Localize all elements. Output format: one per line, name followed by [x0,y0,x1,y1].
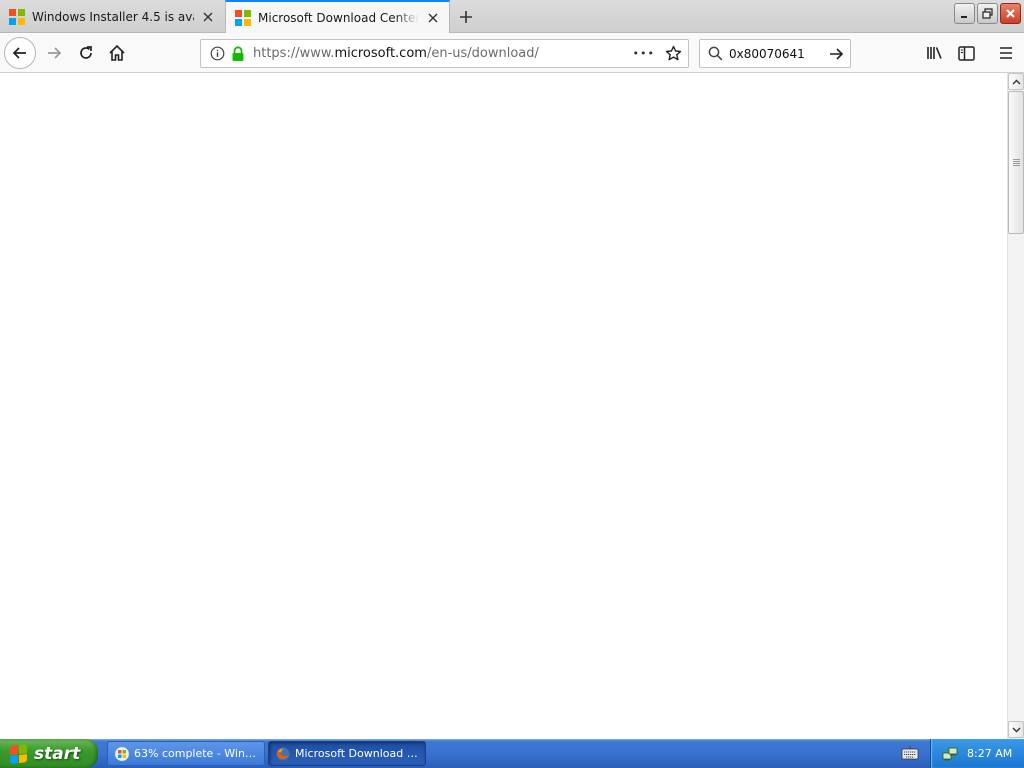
keyboard-language-icon[interactable] [900,745,920,761]
reload-icon [80,46,92,59]
windows-update-icon [114,746,130,762]
taskbar-item-microsoft-download-center[interactable]: Microsoft Download Center [268,741,426,766]
forward-button[interactable] [40,39,68,67]
new-tab-button[interactable] [455,6,477,28]
tab-strip: Windows Installer 4.5 is available Micro… [0,0,1024,34]
scroll-down-button[interactable] [1008,721,1024,738]
minimize-button[interactable] [954,3,975,24]
sidebar-toggle-button[interactable] [952,39,980,67]
task-label: Microsoft Download Center [295,747,419,760]
page-content [0,73,1007,739]
home-icon [109,44,125,61]
search-bar[interactable] [699,39,851,68]
taskbar: start 63% complete - Windows Update Micr… [0,739,1024,768]
hamburger-menu-icon [1000,47,1012,59]
scroll-up-arrow-icon [1012,79,1020,84]
page-actions-button[interactable]: ••• [633,47,655,60]
network-tray-icon[interactable] [941,745,959,763]
minimize-icon [960,15,967,18]
clock[interactable]: 8:27 AM [967,747,1012,760]
scroll-up-button[interactable] [1008,73,1024,90]
info-icon[interactable] [210,46,225,61]
windows-flag-icon [10,743,28,764]
close-tab-icon[interactable] [425,10,441,26]
tab-microsoft-download-center[interactable]: Microsoft Download Center: Windows, Offi… [225,0,450,34]
home-button[interactable] [103,39,131,67]
search-icon [708,46,723,61]
tab-title: Windows Installer 4.5 is available [32,9,194,24]
bookmark-star-icon[interactable] [665,45,682,62]
vertical-scrollbar[interactable] [1007,73,1024,739]
forward-arrow-icon [48,47,62,59]
start-label: start [34,743,81,764]
library-icon [927,47,942,59]
url-domain: microsoft.com [334,46,427,61]
back-arrow-icon [12,47,26,59]
start-button[interactable]: start [0,739,98,768]
firefox-icon [275,746,291,762]
microsoft-logo-icon [9,8,25,25]
reload-button[interactable] [72,39,100,67]
url-prefix: https://www. [253,46,335,61]
search-input[interactable] [729,46,819,61]
search-go-arrow-icon[interactable] [828,46,844,62]
url-text[interactable]: https://www.microsoft.com/en-us/download… [253,46,633,61]
scroll-down-arrow-icon [1012,727,1020,732]
close-icon [1006,9,1015,18]
navigation-toolbar: https://www.microsoft.com/en-us/download… [0,33,1024,73]
address-bar[interactable]: https://www.microsoft.com/en-us/download… [200,39,689,68]
plus-icon [460,11,472,23]
library-button[interactable] [921,39,949,67]
system-tray: 8:27 AM [930,739,1024,768]
close-window-button[interactable] [1000,3,1021,24]
menu-button[interactable] [992,39,1020,67]
back-button[interactable] [4,37,36,69]
window-controls [954,3,1021,24]
microsoft-logo-icon [235,10,251,26]
restore-button[interactable] [977,3,998,24]
url-path: /en-us/download/ [426,46,539,61]
tab-title: Microsoft Download Center: Windows, Offi… [258,11,419,25]
scroll-thumb[interactable] [1008,91,1024,234]
taskbar-item-windows-update[interactable]: 63% complete - Windows Update [107,741,265,766]
secure-lock-icon[interactable] [231,45,245,62]
tab-windows-installer[interactable]: Windows Installer 4.5 is available [0,0,224,33]
close-tab-icon[interactable] [200,9,216,25]
task-label: 63% complete - Windows Update [134,747,258,760]
sidebar-icon [957,45,975,61]
restore-icon [982,8,993,19]
